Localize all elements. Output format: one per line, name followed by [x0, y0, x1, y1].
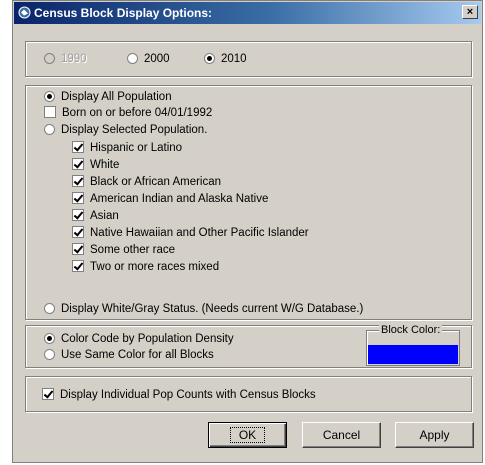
race-option-black[interactable]: Black or African American [72, 174, 221, 190]
pop-counts-label: Display Individual Pop Counts with Censu… [60, 389, 316, 401]
radio-color-by-density[interactable] [44, 333, 55, 344]
race-label: Two or more races mixed [90, 261, 220, 273]
block-color-label: Block Color: [379, 324, 443, 336]
radio-same-color[interactable] [44, 349, 55, 360]
checkbox-pop-counts[interactable] [42, 388, 54, 400]
race-option-native-hawaiian[interactable]: Native Hawaiian and Other Pacific Island… [72, 225, 309, 241]
race-label: Asian [90, 210, 119, 222]
year-option-2010[interactable]: 2010 [204, 51, 247, 67]
race-label: Native Hawaiian and Other Pacific Island… [90, 227, 309, 239]
block-color-swatch[interactable] [368, 345, 458, 364]
radio-2000[interactable] [127, 53, 138, 64]
checkbox-race[interactable] [72, 260, 84, 272]
race-option-white[interactable]: White [72, 157, 119, 173]
checkbox-race[interactable] [72, 192, 84, 204]
checkbox-race[interactable] [72, 226, 84, 238]
title-bar[interactable]: Census Block Display Options: × [14, 2, 481, 24]
same-color-label: Use Same Color for all Blocks [61, 349, 214, 361]
checkbox-race[interactable] [72, 158, 84, 170]
window-title: Census Block Display Options: [34, 6, 213, 20]
checkbox-race[interactable] [72, 175, 84, 187]
display-selected-label: Display Selected Population. [61, 124, 208, 136]
radio-display-selected[interactable] [44, 124, 55, 135]
display-all-population-option[interactable]: Display All Population [44, 89, 172, 105]
checkbox-race[interactable] [72, 209, 84, 221]
radio-white-gray[interactable] [44, 303, 55, 314]
close-icon: × [466, 6, 474, 18]
race-option-hispanic[interactable]: Hispanic or Latino [72, 140, 182, 156]
race-option-two-or-more[interactable]: Two or more races mixed [72, 259, 219, 275]
ok-button[interactable]: OK [208, 422, 287, 448]
close-button[interactable]: × [462, 5, 478, 19]
year-option-1990[interactable]: 1990 [44, 51, 87, 67]
race-option-american-indian[interactable]: American Indian and Alaska Native [72, 191, 268, 207]
pop-counts-option[interactable]: Display Individual Pop Counts with Censu… [42, 387, 316, 403]
race-label: Hispanic or Latino [90, 142, 183, 154]
ok-button-label: OK [229, 427, 266, 443]
cancel-button[interactable]: Cancel [302, 422, 381, 448]
display-selected-population-option[interactable]: Display Selected Population. [44, 122, 207, 138]
race-label: American Indian and Alaska Native [90, 193, 269, 205]
race-label: Black or African American [90, 176, 222, 188]
year-2000-label: 2000 [144, 53, 170, 65]
checkbox-race[interactable] [72, 141, 84, 153]
white-gray-status-option[interactable]: Display White/Gray Status. (Needs curren… [44, 301, 363, 317]
born-before-option[interactable]: Born on or before 04/01/1992 [44, 105, 212, 121]
race-option-asian[interactable]: Asian [72, 208, 119, 224]
year-2010-label: 2010 [221, 53, 247, 65]
block-color-group: Block Color: [366, 324, 460, 366]
checkbox-born-before[interactable] [44, 106, 56, 118]
race-label: White [90, 159, 120, 171]
app-icon [18, 6, 31, 19]
year-option-2000[interactable]: 2000 [127, 51, 170, 67]
checkbox-race[interactable] [72, 243, 84, 255]
census-block-display-options-dialog: Census Block Display Options: × 1990 200… [12, 0, 483, 463]
radio-1990[interactable] [44, 53, 55, 64]
display-all-label: Display All Population [61, 91, 172, 103]
born-before-label: Born on or before 04/01/1992 [62, 107, 213, 119]
race-label: Some other race [90, 244, 176, 256]
apply-button[interactable]: Apply [395, 422, 474, 448]
radio-2010[interactable] [204, 53, 215, 64]
apply-button-label: Apply [419, 428, 450, 442]
race-option-some-other[interactable]: Some other race [72, 242, 175, 258]
white-gray-label: Display White/Gray Status. (Needs curren… [61, 303, 364, 315]
cancel-button-label: Cancel [322, 428, 361, 442]
color-by-density-option[interactable]: Color Code by Population Density [44, 331, 234, 347]
color-by-density-label: Color Code by Population Density [61, 333, 234, 345]
radio-display-all[interactable] [44, 91, 55, 102]
year-1990-label: 1990 [61, 53, 87, 65]
year-group [25, 41, 472, 77]
same-color-option[interactable]: Use Same Color for all Blocks [44, 347, 214, 363]
